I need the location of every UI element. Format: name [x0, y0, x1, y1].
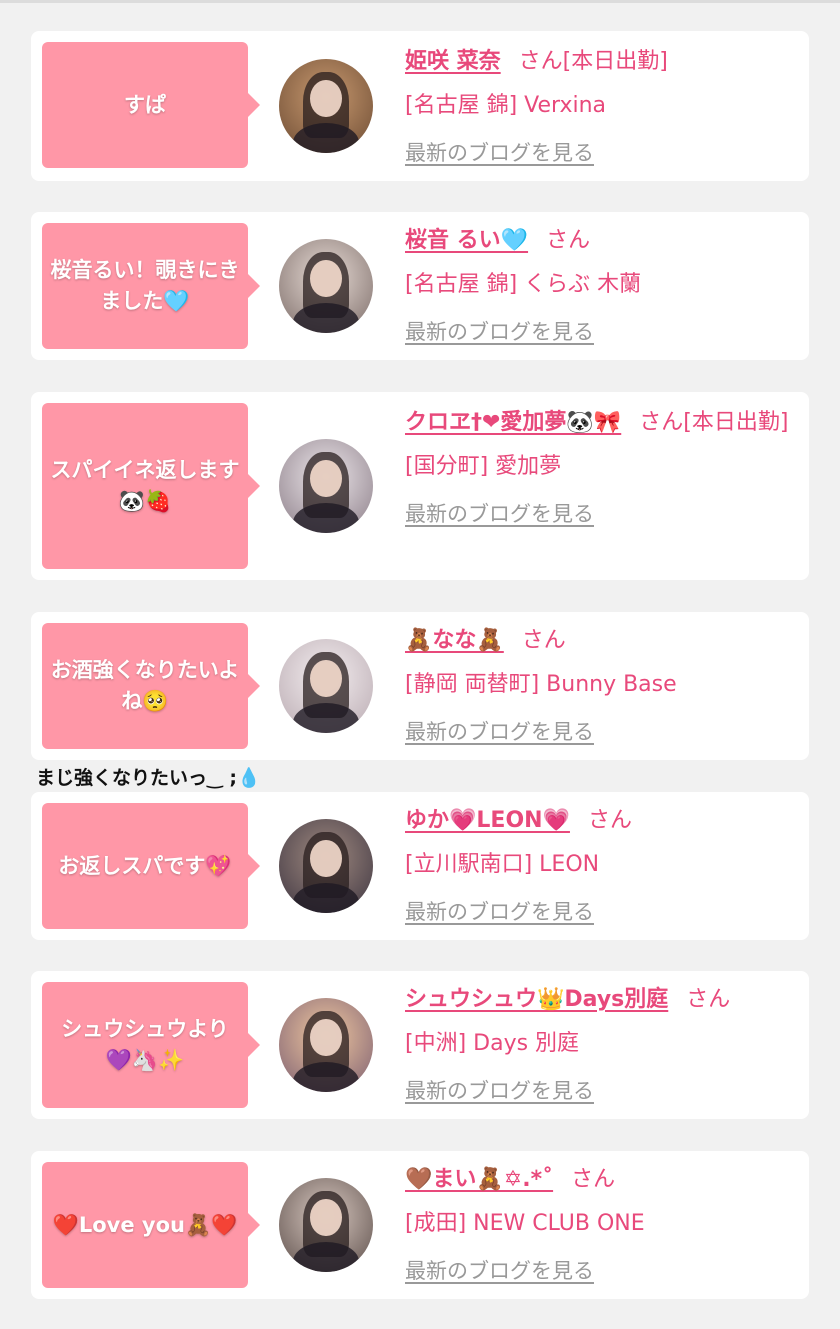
sender-name-link[interactable]: クロヱ†❤愛加夢🐼🎀: [405, 410, 621, 435]
sender-name-link[interactable]: 姫咲 菜奈: [405, 49, 501, 74]
honorific-status: さん: [587, 808, 632, 833]
message-text: お酒強くなりたいよね🥺: [50, 658, 240, 713]
avatar[interactable]: [279, 998, 373, 1092]
sender-info: シュウシュウ👑Days別庭 さん [中洲] Days 別庭 最新のブログを見る: [405, 981, 791, 1105]
shop-label: [成田] NEW CLUB ONE: [405, 1211, 645, 1236]
honorific-status: さん: [546, 228, 591, 253]
honorific-status: さん[本日出勤]: [518, 49, 668, 74]
shop-label: [名古屋 錦] くらぶ 木蘭: [405, 272, 642, 297]
message-text: すぱ: [124, 92, 166, 117]
latest-blog-link[interactable]: 最新のブログを見る: [405, 316, 594, 346]
honorific-status: さん[本日出勤]: [639, 410, 789, 435]
message-card: シュウシュウより💜🦄✨ シュウシュウ👑Days別庭 さん [中洲] Days 別庭…: [31, 971, 809, 1119]
message-bubble: 桜音るい！覗きにきました🩵: [42, 223, 260, 349]
sender-info: 🧸なな🧸 さん [静岡 両替町] Bunny Base 最新のブログを見る: [405, 622, 791, 746]
honorific-status: さん: [521, 628, 566, 653]
avatar[interactable]: [279, 1178, 373, 1272]
message-card: 桜音るい！覗きにきました🩵 桜音 るい🩵 さん [名古屋 錦] くらぶ 木蘭 最新…: [31, 212, 809, 360]
message-bubble: お酒強くなりたいよね🥺: [42, 623, 260, 749]
latest-blog-link[interactable]: 最新のブログを見る: [405, 716, 594, 746]
message-card: スパイイネ返します🐼🍓 クロヱ†❤愛加夢🐼🎀 さん[本日出勤] [国分町] 愛加夢…: [31, 392, 809, 580]
message-card: ❤️Love you🧸❤️ 🤎まい🧸✡.*˚ さん [成田] NEW CLUB O…: [31, 1151, 809, 1299]
message-card: すぱ 姫咲 菜奈 さん[本日出勤] [名古屋 錦] Verxina 最新のブログを…: [31, 31, 809, 181]
avatar[interactable]: [279, 639, 373, 733]
honorific-status: さん: [571, 1167, 616, 1192]
shop-label: [立川駅南口] LEON: [405, 852, 600, 877]
latest-blog-link[interactable]: 最新のブログを見る: [405, 137, 594, 167]
sender-info: ゆか💗LEON💗 さん [立川駅南口] LEON 最新のブログを見る: [405, 802, 791, 926]
message-bubble: すぱ: [42, 42, 260, 168]
sender-info: クロヱ†❤愛加夢🐼🎀 さん[本日出勤] [国分町] 愛加夢 最新のブログを見る: [405, 404, 791, 528]
shop-label: [名古屋 錦] Verxina: [405, 93, 607, 118]
shop-label: [静岡 両替町] Bunny Base: [405, 672, 677, 697]
message-bubble: ❤️Love you🧸❤️: [42, 1162, 260, 1288]
sender-name-link[interactable]: シュウシュウ👑Days別庭: [405, 987, 668, 1012]
avatar[interactable]: [279, 439, 373, 533]
latest-blog-link[interactable]: 最新のブログを見る: [405, 1075, 594, 1105]
message-bubble: スパイイネ返します🐼🍓: [42, 403, 260, 569]
message-bubble: お返しスパです💖: [42, 803, 260, 929]
latest-blog-link[interactable]: 最新のブログを見る: [405, 896, 594, 926]
sender-info: 姫咲 菜奈 さん[本日出勤] [名古屋 錦] Verxina 最新のブログを見る: [405, 43, 791, 167]
honorific-status: さん: [686, 987, 731, 1012]
message-card: お返しスパです💖 ゆか💗LEON💗 さん [立川駅南口] LEON 最新のブログを…: [31, 792, 809, 940]
shop-label: [中洲] Days 別庭: [405, 1031, 580, 1056]
message-text: ❤️Love you🧸❤️: [52, 1212, 238, 1237]
avatar[interactable]: [279, 819, 373, 913]
shop-label: [国分町] 愛加夢: [405, 454, 562, 479]
message-text: スパイイネ返します🐼🍓: [50, 458, 240, 513]
message-text: お返しスパです💖: [58, 853, 232, 878]
sender-info: 桜音 るい🩵 さん [名古屋 錦] くらぶ 木蘭 最新のブログを見る: [405, 222, 791, 346]
sender-name-link[interactable]: 桜音 るい🩵: [405, 228, 528, 253]
message-bubble: シュウシュウより💜🦄✨: [42, 982, 260, 1108]
sender-name-link[interactable]: ゆか💗LEON💗: [405, 808, 570, 833]
sender-name-link[interactable]: 🤎まい🧸✡.*˚: [405, 1167, 553, 1192]
message-card: お酒強くなりたいよね🥺 🧸なな🧸 さん [静岡 両替町] Bunny Base 最…: [31, 612, 809, 760]
latest-blog-link[interactable]: 最新のブログを見る: [405, 1255, 594, 1285]
latest-blog-link[interactable]: 最新のブログを見る: [405, 498, 594, 528]
sender-name-link[interactable]: 🧸なな🧸: [405, 628, 504, 653]
overlay-comment: まじ強くなりたいっ‿ ;💧: [36, 767, 261, 789]
sender-info: 🤎まい🧸✡.*˚ さん [成田] NEW CLUB ONE 最新のブログを見る: [405, 1161, 791, 1285]
top-divider: [0, 0, 840, 3]
avatar[interactable]: [279, 59, 373, 153]
message-text: 桜音るい！覗きにきました🩵: [50, 258, 240, 313]
avatar[interactable]: [279, 239, 373, 333]
message-text: シュウシュウより💜🦄✨: [61, 1017, 229, 1072]
